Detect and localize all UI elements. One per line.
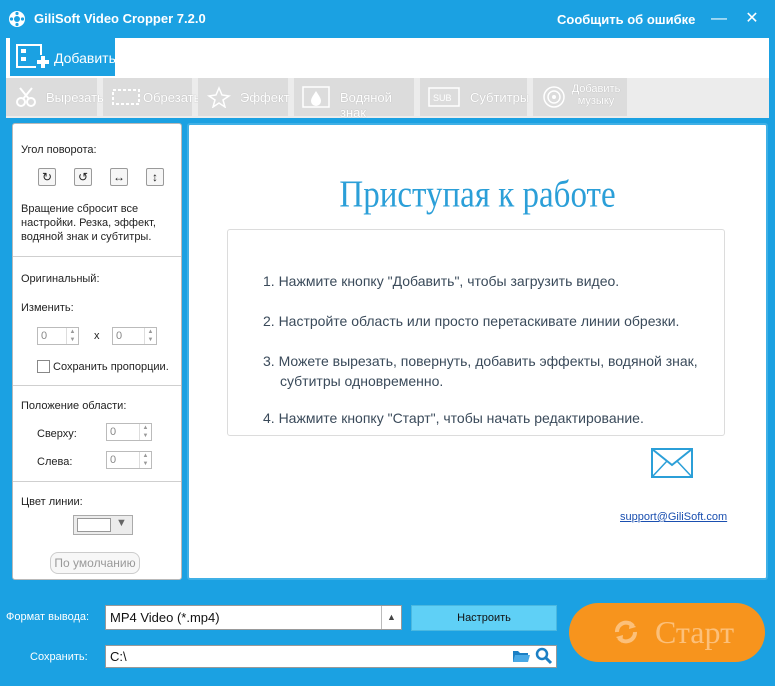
format-label: Формат вывода: <box>6 611 90 623</box>
area-position-label: Положение области: <box>21 400 127 412</box>
left-value: 0 <box>110 454 117 466</box>
report-error-link[interactable]: Сообщить об ошибке <box>557 12 695 27</box>
chevron-up-icon[interactable]: ▲ <box>381 606 401 629</box>
left-input[interactable]: 0 ▲ ▼ <box>106 451 152 469</box>
add-file-icon <box>16 43 50 74</box>
flip-vertical-icon: ↕ <box>152 170 158 184</box>
step-4: 4. Нажмите кнопку "Старт", чтобы начать … <box>263 410 644 426</box>
top-input[interactable]: 0 ▲ ▼ <box>106 423 152 441</box>
rotation-note: Вращение сбросит все настройки. Резка, э… <box>21 203 156 243</box>
crop-icon <box>111 86 140 108</box>
settings-panel: Угол поворота: ↻ ↺ ↔ ↕ Вращение сбросит … <box>12 123 182 580</box>
scissors-icon <box>14 86 40 108</box>
tab-bar: Вырезать Обрезать Эффект Водяной знак SU… <box>6 78 769 120</box>
spinner-arrows-icon[interactable]: ▲ ▼ <box>66 328 78 344</box>
step-3: 3. Можете вырезать, повернуть, добавить … <box>263 353 698 369</box>
size-separator: x <box>94 330 100 342</box>
resize-label: Изменить: <box>21 302 74 314</box>
start-button-label: Старт <box>655 614 735 650</box>
app-title: GiliSoft Video Cropper 7.2.0 <box>34 11 206 26</box>
tab-subtitles-label: Субтитры <box>470 90 530 105</box>
tab-watermark-label: Водяной знак <box>340 90 392 120</box>
width-value: 0 <box>41 330 48 342</box>
tab-cut[interactable]: Вырезать <box>6 78 104 116</box>
support-email-link[interactable]: support@GiliSoft.com <box>620 511 727 523</box>
settings-button[interactable]: Настроить <box>411 605 557 631</box>
tab-crop-label: Обрезать <box>143 90 201 105</box>
save-path-input[interactable]: C:\ <box>105 645 557 668</box>
tab-add-music-label: Добавить музыку <box>571 83 621 107</box>
minimize-button[interactable]: — <box>708 8 730 30</box>
original-label: Оригинальный: <box>21 273 100 285</box>
effect-icon <box>206 86 232 109</box>
getting-started-panel: Приступая к работе 1. Нажмите кнопку "До… <box>187 123 768 580</box>
divider <box>13 256 181 257</box>
left-label: Слева: <box>37 456 73 468</box>
default-button[interactable]: По умолчанию <box>50 552 140 574</box>
tab-cut-label: Вырезать <box>46 90 104 105</box>
folder-icon[interactable] <box>512 648 530 667</box>
top-label: Сверху: <box>37 428 77 440</box>
rotation-label: Угол поворота: <box>21 144 97 156</box>
start-button[interactable]: Старт <box>569 603 765 662</box>
line-color-picker[interactable]: ▼ <box>73 515 133 535</box>
tab-crop[interactable]: Обрезать <box>103 78 200 116</box>
height-value: 0 <box>116 330 123 342</box>
width-input[interactable]: 0 ▲ ▼ <box>37 327 79 345</box>
divider <box>13 481 181 482</box>
step-1: 1. Нажмите кнопку "Добавить", чтобы загр… <box>263 273 620 289</box>
watermark-icon <box>302 86 330 108</box>
save-path-value: C:\ <box>110 649 127 664</box>
add-button-label: Добавить <box>54 50 116 66</box>
height-input[interactable]: 0 ▲ ▼ <box>112 327 157 345</box>
rotate-left-button[interactable]: ↺ <box>74 168 92 186</box>
divider <box>13 385 181 386</box>
rotate-ccw-icon: ↺ <box>77 170 89 184</box>
tab-add-music[interactable]: Добавить музыку <box>533 78 627 116</box>
film-reel-icon <box>8 10 26 28</box>
steps-box: 1. Нажмите кнопку "Добавить", чтобы загр… <box>227 229 725 436</box>
line-color-label: Цвет линии: <box>21 496 83 508</box>
tab-watermark[interactable]: Водяной знак <box>294 78 414 120</box>
top-value: 0 <box>110 426 117 438</box>
svg-text:SUB: SUB <box>433 93 452 103</box>
music-icon <box>541 86 567 108</box>
format-value: MP4 Video (*.mp4) <box>110 610 220 625</box>
color-swatch <box>77 518 111 532</box>
spinner-arrows-icon[interactable]: ▲ ▼ <box>139 452 151 468</box>
flip-horizontal-icon: ↔ <box>113 170 125 184</box>
tab-effect[interactable]: Эффект <box>198 78 290 116</box>
format-select[interactable]: MP4 Video (*.mp4) ▲ <box>105 605 402 630</box>
page-title: Приступая к работе <box>339 174 616 216</box>
rotate-cw-icon: ↻ <box>41 170 53 184</box>
refresh-icon <box>611 617 641 650</box>
save-label: Сохранить: <box>30 651 88 663</box>
toolbar <box>6 38 769 78</box>
flip-vertical-button[interactable]: ↕ <box>146 168 164 186</box>
chevron-down-icon: ▼ <box>116 517 127 529</box>
keep-ratio-label: Сохранить пропорции. <box>53 361 169 373</box>
tab-effect-label: Эффект <box>240 90 290 105</box>
mail-icon[interactable] <box>650 447 694 479</box>
search-icon[interactable] <box>535 647 553 668</box>
spinner-arrows-icon[interactable]: ▲ ▼ <box>139 424 151 440</box>
flip-horizontal-button[interactable]: ↔ <box>110 168 128 186</box>
step-2: 2. Настройте область или просто перетаск… <box>263 313 680 329</box>
spinner-arrows-icon[interactable]: ▲ ▼ <box>144 328 156 344</box>
rotate-right-button[interactable]: ↻ <box>38 168 56 186</box>
keep-ratio-checkbox[interactable] <box>37 360 50 373</box>
step-3-continued: субтитры одновременно. <box>280 373 444 389</box>
tab-subtitles[interactable]: SUB Субтитры <box>420 78 530 116</box>
subtitle-icon: SUB <box>428 86 460 108</box>
add-button[interactable]: Добавить <box>10 38 116 76</box>
close-button[interactable]: ✕ <box>741 8 763 30</box>
